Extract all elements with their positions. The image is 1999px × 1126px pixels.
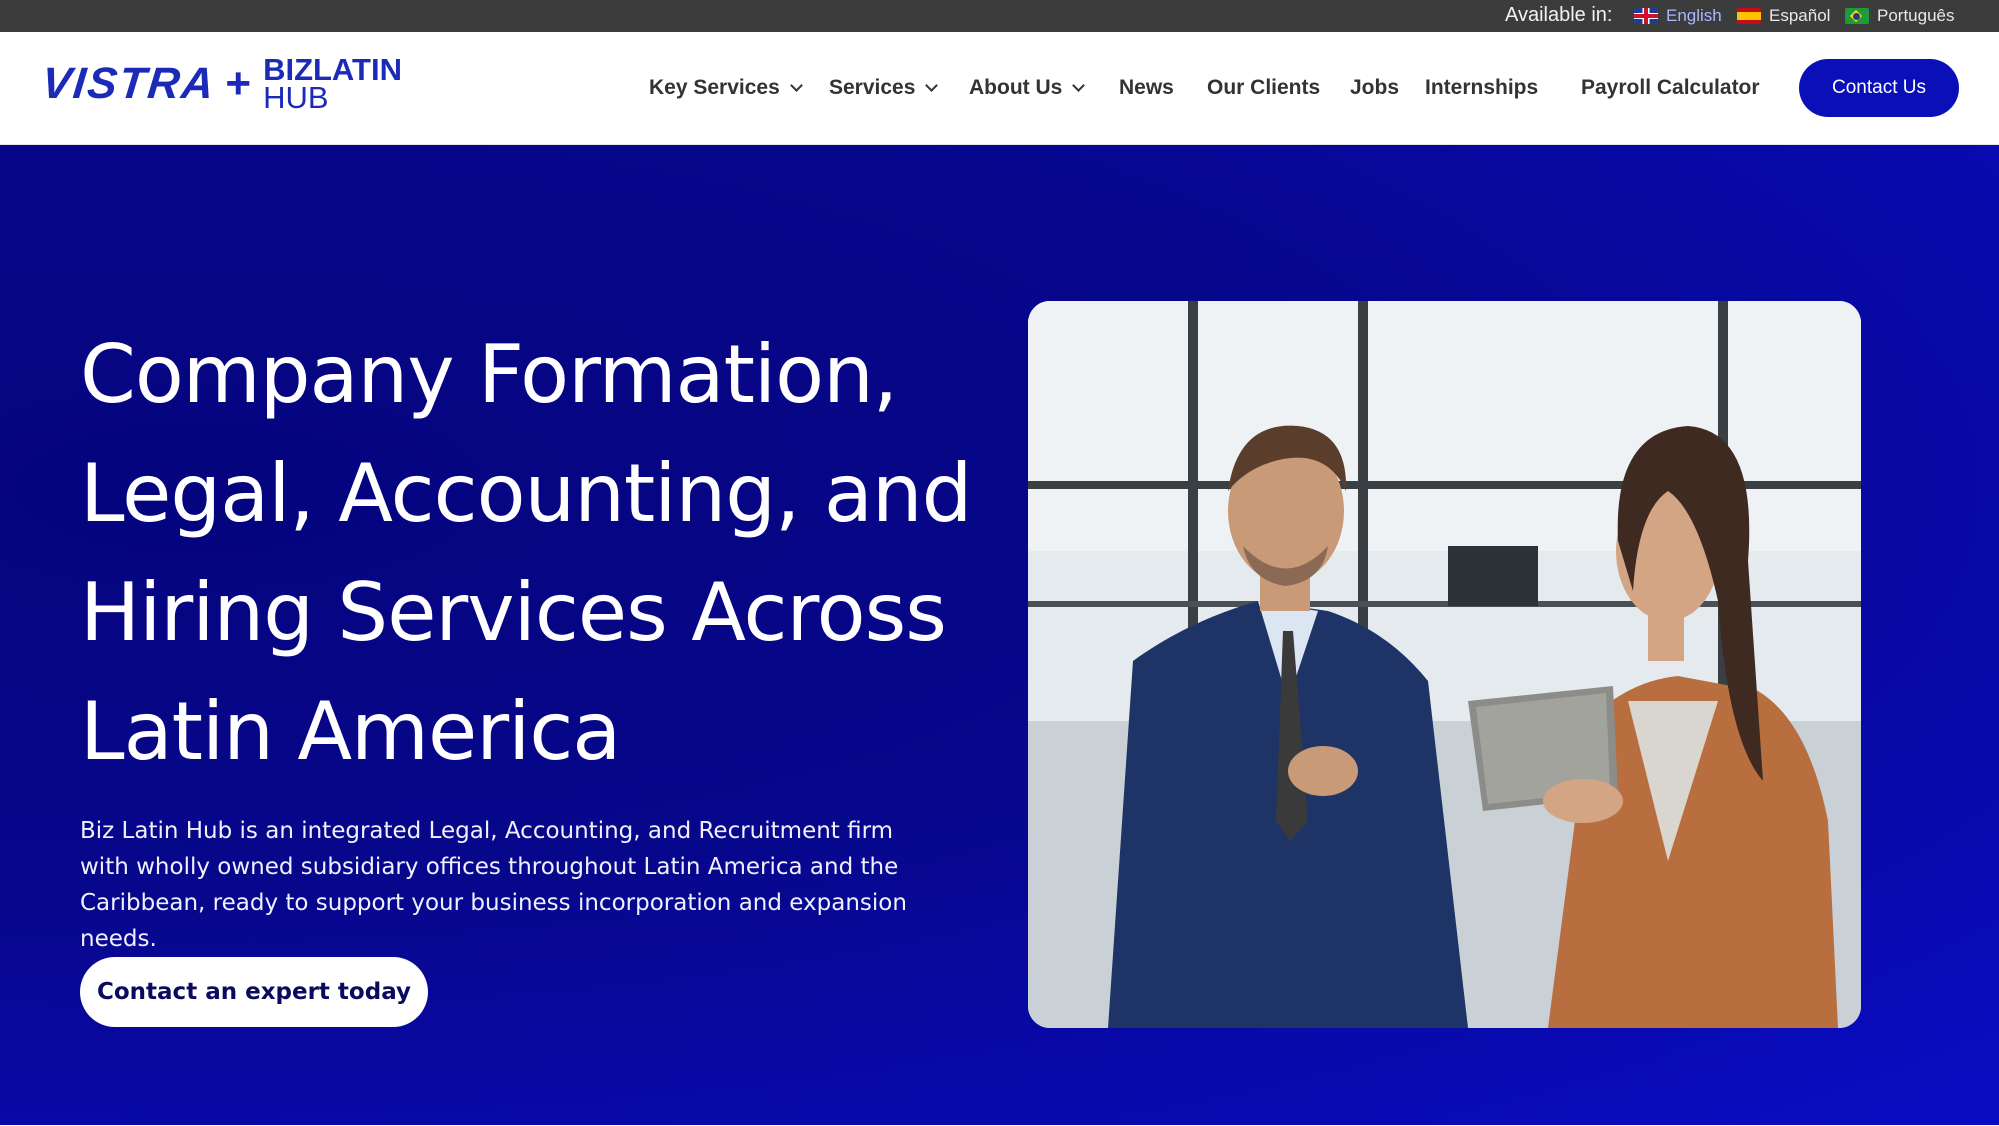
language-spanish-link[interactable]: Español bbox=[1737, 6, 1830, 26]
nav-services[interactable]: Services bbox=[829, 76, 939, 100]
hero-description: Biz Latin Hub is an integrated Legal, Ac… bbox=[80, 818, 907, 952]
language-portuguese-link[interactable]: Português bbox=[1845, 6, 1955, 26]
chevron-down-icon bbox=[1072, 79, 1086, 92]
language-label: Español bbox=[1769, 6, 1831, 25]
nav-key-services[interactable]: Key Services bbox=[649, 76, 803, 100]
logo-plus: + bbox=[225, 59, 252, 108]
chevron-down-icon bbox=[789, 79, 803, 92]
nav-internships[interactable]: Internships bbox=[1425, 76, 1538, 100]
chevron-down-icon bbox=[925, 79, 939, 92]
vistra-wordmark: VISTRA bbox=[39, 59, 218, 108]
nav-about-us[interactable]: About Us bbox=[969, 76, 1086, 100]
uk-flag-icon bbox=[1634, 8, 1658, 24]
language-english-link[interactable]: English bbox=[1634, 6, 1722, 26]
nav-payroll-calculator[interactable]: Payroll Calculator bbox=[1581, 76, 1760, 100]
site-logo[interactable]: VISTRA + BIZLATIN HUB bbox=[39, 52, 402, 115]
language-bar: Available in: English Español Português bbox=[0, 0, 1999, 32]
brazil-flag-icon bbox=[1845, 8, 1869, 24]
nav-our-clients[interactable]: Our Clients bbox=[1207, 76, 1320, 100]
contact-us-button[interactable]: Contact Us bbox=[1799, 59, 1959, 117]
hero-heading: Company Formation, Legal, Accounting, an… bbox=[80, 328, 972, 778]
hero-photo-business-meeting bbox=[1028, 301, 1861, 1028]
bizlatinhub-wordmark: BIZLATIN HUB bbox=[263, 52, 402, 115]
nav-news[interactable]: News bbox=[1119, 76, 1174, 100]
language-label: English bbox=[1666, 6, 1722, 25]
language-label: Português bbox=[1877, 6, 1955, 25]
spain-flag-icon bbox=[1737, 8, 1761, 24]
hero-section: Company Formation, Legal, Accounting, an… bbox=[0, 145, 1999, 1125]
nav-jobs[interactable]: Jobs bbox=[1350, 76, 1399, 100]
available-in-label: Available in: bbox=[1505, 4, 1613, 26]
contact-expert-button[interactable]: Contact an expert today bbox=[80, 957, 428, 1027]
